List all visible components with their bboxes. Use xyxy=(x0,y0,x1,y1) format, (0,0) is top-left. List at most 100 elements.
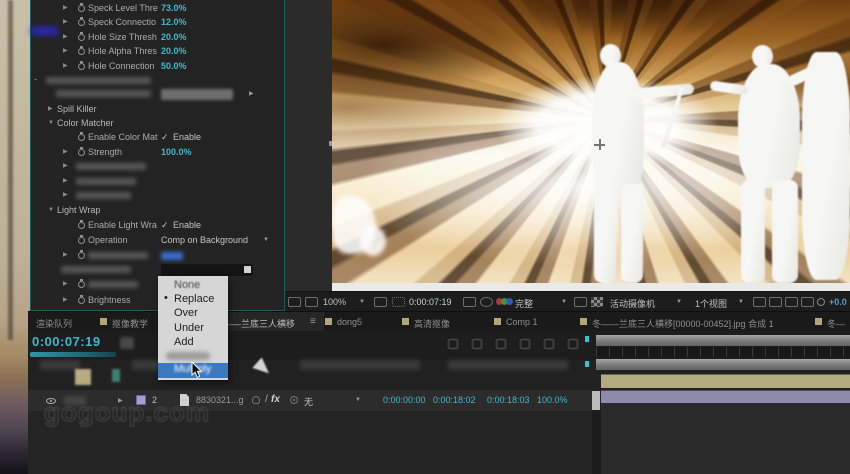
stopwatch-icon[interactable] xyxy=(78,222,85,229)
mask-visibility-icon[interactable] xyxy=(392,297,405,307)
redacted-value-field[interactable] xyxy=(161,89,233,100)
pixel-aspect-icon[interactable] xyxy=(753,297,766,307)
effect-group-label[interactable]: Spill Killer xyxy=(57,104,97,114)
layer-color-chip-teal[interactable] xyxy=(112,369,120,382)
chevron-down-icon[interactable]: ▼ xyxy=(676,299,682,305)
motion-blur-switch-icon[interactable] xyxy=(290,396,298,404)
stopwatch-icon[interactable] xyxy=(78,252,85,259)
timeline-toolbar-icon[interactable] xyxy=(544,339,554,349)
layer-duration[interactable]: 0:00:18:03 xyxy=(487,395,530,405)
property-value[interactable]: 20.0% xyxy=(161,46,187,56)
check-icon[interactable]: ✓ xyxy=(161,132,169,143)
expand-arrow-icon[interactable]: ▶ xyxy=(63,18,68,26)
property-value[interactable]: 12.0% xyxy=(161,17,187,27)
channel-icon[interactable] xyxy=(496,298,514,307)
redacted-dropdown-item[interactable] xyxy=(166,352,210,360)
layer-in-time[interactable]: 0:00:00:00 xyxy=(383,395,426,405)
resolution-menu[interactable]: 完整 xyxy=(515,297,533,310)
expand-arrow-icon[interactable]: ▶ xyxy=(63,177,68,185)
expand-arrow-icon[interactable]: ▶ xyxy=(63,162,68,170)
exposure-value[interactable]: +0.0 xyxy=(829,297,847,307)
timeline-toolbar-icon[interactable] xyxy=(520,339,530,349)
track-matte-menu[interactable]: 无 xyxy=(304,395,313,408)
expand-arrow-icon[interactable]: ▶ xyxy=(63,33,68,41)
expand-arrow-icon[interactable]: ▶ xyxy=(48,105,53,113)
expand-arrow-icon[interactable]: ▶ xyxy=(63,148,68,156)
property-value[interactable]: 20.0% xyxy=(161,32,187,42)
playhead-marker[interactable] xyxy=(585,361,589,367)
flowchart-icon[interactable] xyxy=(801,297,814,307)
dropdown-handle[interactable] xyxy=(244,266,251,273)
stopwatch-icon[interactable] xyxy=(78,237,85,244)
fast-preview-icon[interactable] xyxy=(769,297,782,307)
layer2-duration-bar[interactable] xyxy=(601,390,850,403)
chevron-down-icon[interactable]: ▼ xyxy=(355,397,361,403)
stopwatch-icon[interactable] xyxy=(78,5,85,12)
chevron-down-icon[interactable]: ▼ xyxy=(738,299,744,305)
layer-out-time[interactable]: 0:00:18:02 xyxy=(433,395,476,405)
property-value[interactable]: 73.0% xyxy=(161,3,187,13)
timeline-toolbar-icon[interactable] xyxy=(448,339,458,349)
comp-mini-flowchart-icon[interactable] xyxy=(120,337,134,349)
layer-color-chip-tan[interactable] xyxy=(75,369,91,385)
layer-inpoint-handle[interactable] xyxy=(592,391,600,410)
dropdown-item-none[interactable]: None xyxy=(158,279,228,293)
timeline-toolbar-icon[interactable] xyxy=(496,339,506,349)
roi-icon[interactable] xyxy=(574,297,587,307)
playhead-marker[interactable] xyxy=(585,336,589,342)
chevron-down-icon[interactable]: ▼ xyxy=(359,299,365,305)
transparency-grid-icon[interactable] xyxy=(591,297,603,307)
show-snapshot-icon[interactable] xyxy=(480,297,493,307)
panel-menu-icon[interactable]: ≡ xyxy=(310,316,316,327)
timeline-toolbar-icon[interactable] xyxy=(472,339,482,349)
always-preview-icon[interactable] xyxy=(288,297,301,307)
expand-arrow-icon[interactable]: ▶ xyxy=(63,62,68,70)
stopwatch-icon[interactable] xyxy=(78,34,85,41)
timeline-toolbar-icon[interactable] xyxy=(568,339,578,349)
expand-arrow-icon[interactable]: ▶ xyxy=(63,191,68,199)
collapse-arrow-icon[interactable]: ▼ xyxy=(48,119,54,127)
operation-dropdown[interactable]: Comp on Background xyxy=(161,235,248,245)
expand-arrow-icon[interactable]: ▶ xyxy=(63,251,68,259)
layer-stretch[interactable]: 100.0% xyxy=(537,395,568,405)
viewer-timecode[interactable]: 0:00:07:19 xyxy=(409,297,452,307)
stopwatch-icon[interactable] xyxy=(78,134,85,141)
check-icon[interactable]: ✓ xyxy=(161,220,169,231)
stopwatch-icon[interactable] xyxy=(78,19,85,26)
stopwatch-icon[interactable] xyxy=(78,63,85,70)
dropdown-item-under[interactable]: Under xyxy=(158,322,228,336)
zoom-level[interactable]: 100% xyxy=(323,297,346,307)
time-ruler[interactable] xyxy=(596,335,850,346)
chevron-right-icon[interactable]: ▶ xyxy=(249,90,254,97)
exposure-reset-icon[interactable] xyxy=(817,298,825,306)
magnification-icon[interactable] xyxy=(305,297,318,307)
expand-arrow-icon[interactable]: ▶ xyxy=(63,47,68,55)
expand-arrow-icon[interactable]: ▶ xyxy=(63,4,68,12)
effect-group-label[interactable]: Color Matcher xyxy=(57,118,114,128)
effect-group-label[interactable]: Light Wrap xyxy=(57,205,100,215)
work-area-bar[interactable] xyxy=(596,359,850,370)
comp-canvas[interactable] xyxy=(332,0,850,283)
dropdown-item-add[interactable]: Add xyxy=(158,336,228,350)
open-dropdown-field[interactable] xyxy=(161,264,253,276)
fx-switch[interactable]: fx xyxy=(271,394,280,405)
snapshot-icon[interactable] xyxy=(463,297,476,307)
chevron-down-icon[interactable]: ▼ xyxy=(561,299,567,305)
camera-view-menu[interactable]: 活动摄像机 xyxy=(610,297,655,310)
layer1-duration-bar[interactable] xyxy=(601,374,850,388)
expand-arrow-icon[interactable]: ▶ xyxy=(63,296,68,304)
view-layout-menu[interactable]: 1个视图 xyxy=(695,297,727,310)
timeline-button-icon[interactable] xyxy=(785,297,798,307)
checkbox-label[interactable]: Enable xyxy=(173,132,201,142)
property-value[interactable]: 50.0% xyxy=(161,61,187,71)
shy-icon[interactable] xyxy=(252,396,260,404)
stopwatch-icon[interactable] xyxy=(78,149,85,156)
chevron-down-icon[interactable]: ▼ xyxy=(263,237,269,243)
current-time-display[interactable]: 0:00:07:19 xyxy=(32,334,101,349)
stopwatch-icon[interactable] xyxy=(78,48,85,55)
stopwatch-icon[interactable] xyxy=(78,297,85,304)
choose-grid-icon[interactable] xyxy=(374,297,387,307)
dropdown-item-replace[interactable]: • Replace xyxy=(158,293,228,307)
stopwatch-icon[interactable] xyxy=(78,281,85,288)
checkbox-label[interactable]: Enable xyxy=(173,220,201,230)
